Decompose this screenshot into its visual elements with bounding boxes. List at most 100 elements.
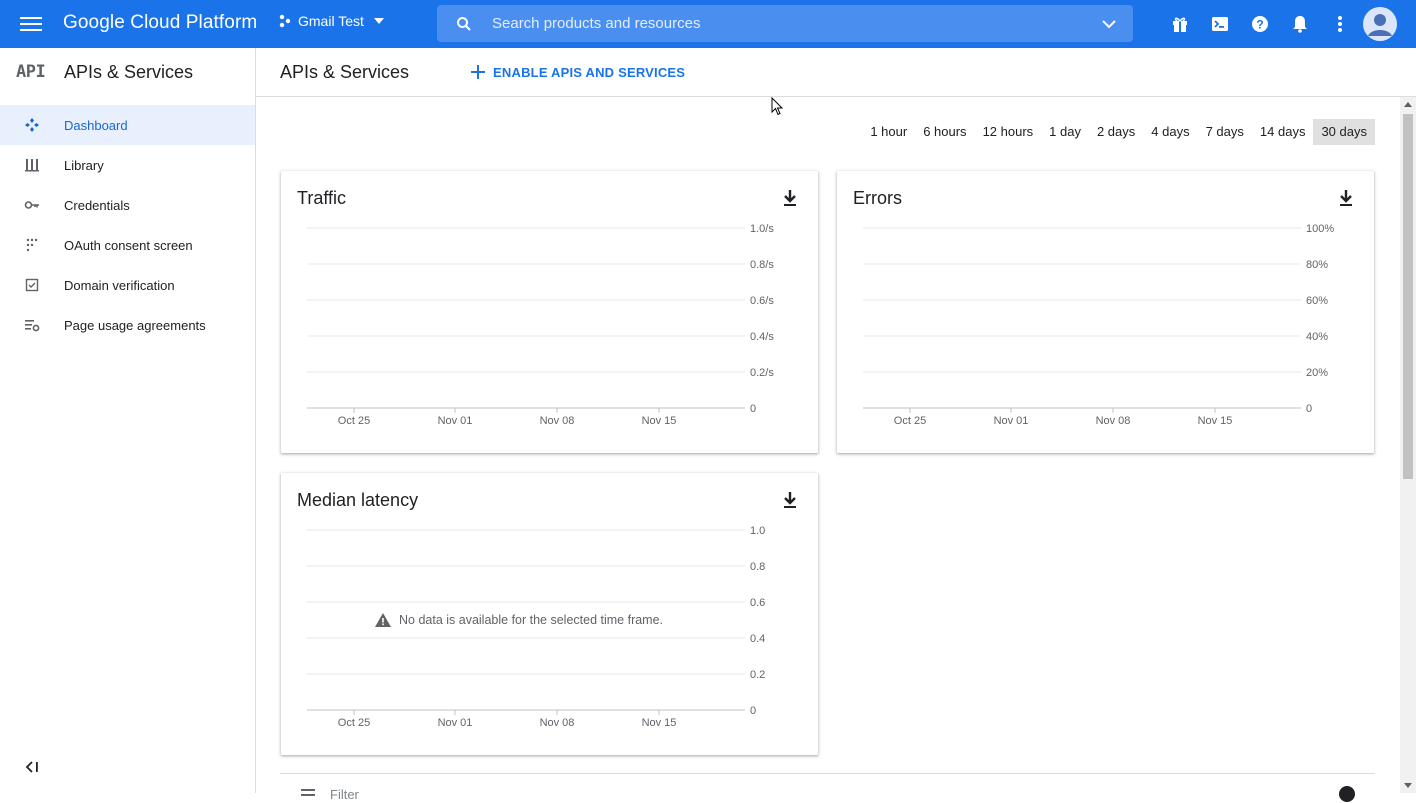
y-tick-label: 0.4 (750, 633, 765, 645)
y-tick-label: 0 (750, 403, 756, 415)
sidebar-header: API APIs & Services (0, 48, 255, 96)
sidebar-item-label: OAuth consent screen (64, 237, 193, 253)
x-tick-label: Nov 15 (642, 717, 677, 729)
y-tick-label: 100% (1306, 223, 1334, 235)
enable-apis-label: ENABLE APIS AND SERVICES (493, 64, 686, 80)
account-avatar[interactable] (1363, 7, 1397, 41)
y-tick-label: 1.0 (750, 525, 765, 537)
sidebar-title: APIs & Services (64, 61, 194, 82)
gift-icon[interactable] (1170, 14, 1190, 34)
checkbox-icon (24, 277, 40, 293)
time-range-7-days[interactable]: 7 days (1198, 119, 1252, 145)
add-icon (471, 65, 486, 79)
y-tick-label: 0 (1306, 403, 1312, 415)
x-tick-label: Nov 01 (438, 415, 473, 427)
search-bar[interactable] (437, 5, 1133, 42)
chevron-down-icon[interactable] (1101, 16, 1117, 32)
project-icon (279, 14, 291, 28)
enable-apis-button[interactable]: ENABLE APIS AND SERVICES (471, 65, 685, 80)
sidebar: API APIs & Services Dashboard Library Cr… (0, 48, 256, 793)
time-range-12-hours[interactable]: 12 hours (975, 119, 1042, 145)
y-tick-label: 0.2 (750, 669, 765, 681)
main-content: APIs & Services ENABLE APIS AND SERVICES… (256, 48, 1416, 802)
x-tick-label: Nov 15 (642, 415, 677, 427)
time-range-1-hour[interactable]: 1 hour (862, 119, 915, 145)
sidebar-item-label: Page usage agreements (64, 317, 206, 333)
filter-bar[interactable]: Filter (280, 773, 1375, 803)
traffic-chart: 1.0/s 0.8/s 0.6/s 0.4/s 0.2/s 0 Oct 25 Nov 01 No… (307, 223, 774, 427)
y-tick-label: 80% (1306, 259, 1328, 271)
key-icon (24, 197, 40, 213)
x-tick-label: Nov 15 (1198, 415, 1233, 427)
scroll-down-arrow[interactable] (1404, 783, 1412, 788)
y-tick-label: 0.4/s (750, 331, 774, 343)
project-selector[interactable]: Gmail Test (278, 13, 388, 29)
y-tick-label: 0.2/s (750, 367, 774, 379)
y-tick-label: 0.8 (750, 561, 765, 573)
settings-list-icon (24, 317, 40, 333)
dashboard-icon (24, 117, 40, 133)
sidebar-nav: Dashboard Library Credentials OAuth cons… (0, 105, 255, 345)
x-tick-label: Nov 08 (1096, 415, 1131, 427)
scroll-up-arrow[interactable] (1404, 102, 1412, 107)
page-header: APIs & Services ENABLE APIS AND SERVICES (256, 48, 1416, 97)
collapse-sidebar-icon[interactable] (24, 759, 40, 775)
errors-card: Errors 100% 80% 60% 40% 20% 0 Oct 25 Nov 01 Nov … (837, 171, 1374, 453)
cloud-shell-icon[interactable] (1210, 14, 1230, 34)
x-tick-label: Oct 25 (338, 415, 370, 427)
top-bar: Google Cloud Platform Gmail Test ? (0, 0, 1416, 48)
sidebar-item-oauth-consent-screen[interactable]: OAuth consent screen (0, 225, 255, 265)
sidebar-item-page-usage-agreements[interactable]: Page usage agreements (0, 305, 255, 345)
warning-icon (375, 613, 391, 627)
sidebar-item-domain-verification[interactable]: Domain verification (0, 265, 255, 305)
sidebar-item-label: Dashboard (64, 117, 128, 133)
page-title: APIs & Services (280, 61, 410, 82)
y-tick-label: 1.0/s (750, 223, 774, 235)
menu-icon[interactable] (20, 14, 42, 34)
no-data-message: No data is available for the selected ti… (375, 613, 663, 627)
time-range-1-day[interactable]: 1 day (1041, 119, 1089, 145)
time-range-30-days[interactable]: 30 days (1313, 119, 1375, 145)
y-tick-label: 0 (750, 705, 756, 717)
sidebar-item-credentials[interactable]: Credentials (0, 185, 255, 225)
y-tick-label: 0.6 (750, 597, 765, 609)
traffic-card: Traffic 1.0/s 0.8/s 0.6/s 0.4/s 0.2/s 0 Oct 25… (281, 171, 818, 453)
scrollbar[interactable] (1400, 97, 1416, 793)
time-range-14-days[interactable]: 14 days (1252, 119, 1314, 145)
cursor-icon (771, 97, 784, 116)
sidebar-item-library[interactable]: Library (0, 145, 255, 185)
help-icon[interactable]: ? (1250, 14, 1270, 34)
time-range-6-hours[interactable]: 6 hours (915, 119, 974, 145)
y-tick-label: 20% (1306, 367, 1328, 379)
filter-label: Filter (330, 787, 359, 802)
avatar-icon (1363, 7, 1397, 41)
notifications-icon[interactable] (1290, 14, 1310, 34)
x-tick-label: Oct 25 (894, 415, 926, 427)
time-range-selector: 1 hour 6 hours 12 hours 1 day 2 days 4 days 7 … (862, 119, 1375, 145)
more-vert-icon[interactable] (1330, 14, 1350, 34)
oauth-icon (24, 237, 40, 253)
search-icon (457, 16, 471, 31)
x-tick-label: Nov 01 (438, 717, 473, 729)
median-latency-card: Median latency 1.0 0.8 0.6 0.4 0.2 0 Oct 25 Nov… (281, 473, 818, 755)
y-tick-label: 0.8/s (750, 259, 774, 271)
library-icon (24, 157, 40, 173)
x-tick-label: Nov 08 (540, 717, 575, 729)
y-tick-label: 60% (1306, 295, 1328, 307)
filter-icon (301, 789, 315, 799)
sidebar-item-label: Library (64, 157, 104, 173)
api-logo-icon: API (16, 62, 46, 82)
sidebar-item-label: Credentials (64, 197, 130, 213)
project-name: Gmail Test (298, 13, 364, 29)
brand-title[interactable]: Google Cloud Platform (63, 12, 257, 34)
scrollbar-thumb[interactable] (1403, 114, 1413, 479)
errors-chart: 100% 80% 60% 40% 20% 0 Oct 25 Nov 01 Nov 08 Nov 1… (863, 223, 1334, 427)
sidebar-item-dashboard[interactable]: Dashboard (0, 105, 255, 145)
time-range-4-days[interactable]: 4 days (1143, 119, 1197, 145)
search-input[interactable] (492, 15, 1072, 32)
help-icon[interactable] (1339, 786, 1355, 802)
caret-down-icon (373, 18, 384, 24)
x-tick-label: Nov 01 (994, 415, 1029, 427)
svg-text:?: ? (1256, 18, 1263, 32)
time-range-2-days[interactable]: 2 days (1089, 119, 1143, 145)
